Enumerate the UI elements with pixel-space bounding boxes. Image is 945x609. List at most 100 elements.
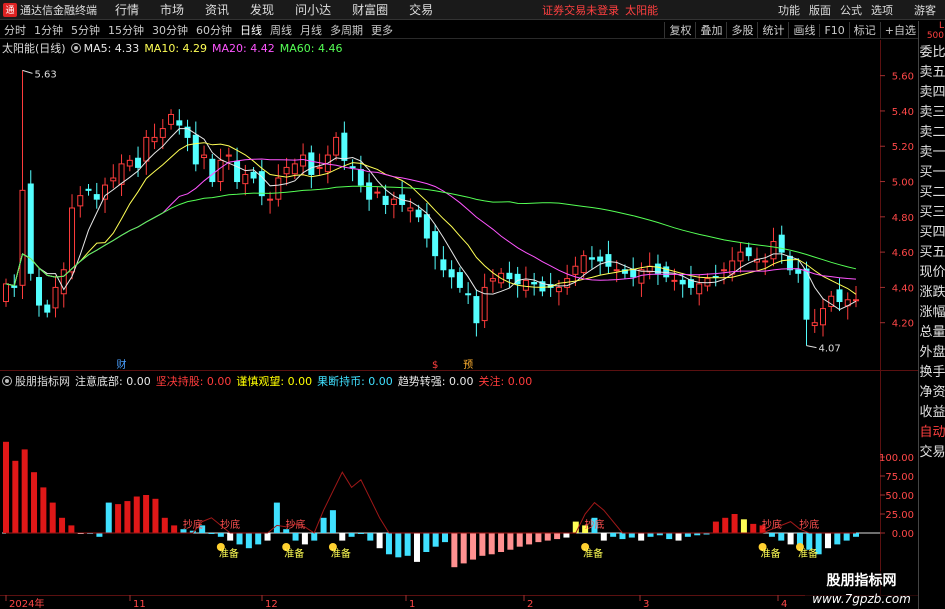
indicator-bar-11: [105, 502, 112, 533]
indicator-bar-84: [787, 533, 794, 545]
indicator-bar-56: [526, 533, 533, 545]
indicator-bar-52: [488, 533, 495, 555]
indicator-bar-80: [750, 523, 757, 533]
sidebar-item-6[interactable]: 买一: [919, 163, 945, 183]
candle-body-4: [36, 277, 43, 306]
indicator-title: 股朋指标网: [15, 375, 70, 388]
indicator-bar-22: [208, 533, 215, 534]
sidebar-item-0[interactable]: 委比: [919, 43, 945, 63]
indicator-bar-55: [516, 533, 523, 547]
candle-body-82: [679, 279, 686, 285]
candle-body-95: [786, 255, 793, 271]
x-tick-label-0: 2024年: [9, 597, 44, 609]
candle-body-17: [143, 136, 150, 162]
indicator-bar-82: [768, 533, 775, 537]
sidebar-item-17[interactable]: 净资: [919, 383, 945, 403]
indicator-bar-45: [423, 533, 430, 552]
candle-body-2: [19, 189, 26, 286]
event-marker-2: 预: [463, 359, 473, 371]
indicator-bar-88: [824, 533, 831, 549]
candle-body-101: [836, 289, 843, 303]
sidebar-item-1[interactable]: 卖五: [919, 63, 945, 83]
sidebar-item-18[interactable]: 收益: [919, 403, 945, 423]
candle-body-74: [613, 269, 620, 272]
chart-canvas[interactable]: 4.20 4.40 4.60 4.80 5.00 5.20 5.40 5.60 5.63 4.07…: [0, 0, 918, 609]
sidebar-item-19[interactable]: 自动: [919, 423, 945, 443]
candle-body-103: [853, 299, 859, 302]
candle-body-44: [366, 182, 373, 200]
ind-tick-label-4: 100.00: [879, 453, 914, 464]
sidebar-item-15[interactable]: 外盘: [919, 343, 945, 363]
sidebar-item-5[interactable]: 卖一: [919, 143, 945, 163]
sidebar-item-16[interactable]: 换手: [919, 363, 945, 383]
signal-label-prepare-1: 准备: [284, 547, 304, 560]
sidebar-item-11[interactable]: 现价: [919, 263, 945, 283]
signal-label-bottom-fish-0: 抄底: [183, 518, 203, 531]
indicator-settings-icon[interactable]: [2, 376, 12, 386]
candle-body-1: [11, 285, 18, 288]
sidebar-item-10[interactable]: 买五: [919, 243, 945, 263]
candle-body-67: [555, 286, 562, 293]
candle-body-18: [151, 136, 158, 143]
x-tick-label-4: 2: [527, 599, 533, 609]
candle-body-23: [192, 134, 199, 165]
ind-tick-label-0: 0.00: [892, 529, 914, 540]
sidebar-item-8[interactable]: 买三: [919, 203, 945, 223]
indicator-bar-46: [432, 533, 439, 547]
candle-body-20: [168, 113, 175, 125]
indicator-bar-66: [619, 533, 626, 540]
candle-body-26: [217, 159, 224, 183]
indicator-bar-18: [171, 525, 178, 533]
sidebar-item-4[interactable]: 卖二: [919, 123, 945, 143]
candle-body-51: [423, 214, 430, 239]
indicator-bar-78: [731, 514, 738, 533]
indicator-bar-64: [600, 533, 607, 541]
indicator-legend-item-3: 果断持币: 0.00: [317, 375, 393, 388]
candle-body-12: [102, 184, 109, 200]
indicator-bar-90: [843, 533, 850, 541]
indicator-bar-27: [255, 533, 262, 545]
event-marker-0: 财: [117, 358, 127, 371]
signal-label-prepare-5: 准备: [798, 547, 818, 560]
candle-body-16: [135, 157, 142, 168]
signal-label-bottom-fish-5: 抄底: [799, 518, 819, 531]
signal-label-prepare-4: 准备: [761, 547, 781, 560]
candle-body-90: [745, 247, 752, 257]
signal-label-prepare-0: 准备: [219, 547, 239, 560]
candle-body-72: [597, 256, 604, 262]
candle-body-49: [407, 207, 414, 212]
candle-body-28: [234, 160, 241, 183]
candle-body-36: [300, 154, 307, 167]
price-tick-label-1: 4.40: [892, 283, 914, 294]
indicator-bar-16: [152, 498, 159, 533]
indicator-legend-item-4: 趋势转强: 0.00: [397, 375, 474, 388]
settings-circle-icon[interactable]: [70, 43, 81, 53]
candle-body-55: [456, 272, 463, 288]
indicator-bar-34: [320, 517, 327, 533]
candle-body-19: [159, 128, 166, 138]
sidebar-item-7[interactable]: 买二: [919, 183, 945, 203]
signal-label-bottom-fish-1: 抄底: [220, 518, 240, 531]
sidebar-item-20[interactable]: 交易: [919, 443, 945, 463]
candle-body-45: [374, 191, 381, 194]
sidebar-item-9[interactable]: 买四: [919, 223, 945, 243]
sidebar-item-3[interactable]: 卖三: [919, 103, 945, 123]
candle-body-89: [737, 251, 744, 262]
sidebar-item-12[interactable]: 涨跌: [919, 283, 945, 303]
indicator-bar-79: [740, 519, 747, 533]
price-tick-label-4: 5.00: [892, 178, 914, 189]
indicator-bar-38: [357, 533, 364, 534]
sidebar-item-14[interactable]: 总量: [919, 323, 945, 343]
indicator-bar-0: [3, 441, 9, 533]
ma60-line: [5, 185, 857, 287]
sidebar-item-13[interactable]: 涨幅: [919, 303, 945, 323]
indicator-bar-25: [236, 533, 243, 545]
indicator-bar-40: [376, 533, 383, 549]
sidebar-item-2[interactable]: 卖四: [919, 83, 945, 103]
candle-body-61: [506, 272, 513, 280]
ma20-label: MA20: 4.42: [212, 41, 275, 55]
candle-body-50: [415, 209, 422, 218]
indicator-bar-91: [853, 533, 859, 537]
chart-title: 太阳能(日线): [2, 42, 66, 55]
indicator-bar-72: [675, 533, 682, 541]
